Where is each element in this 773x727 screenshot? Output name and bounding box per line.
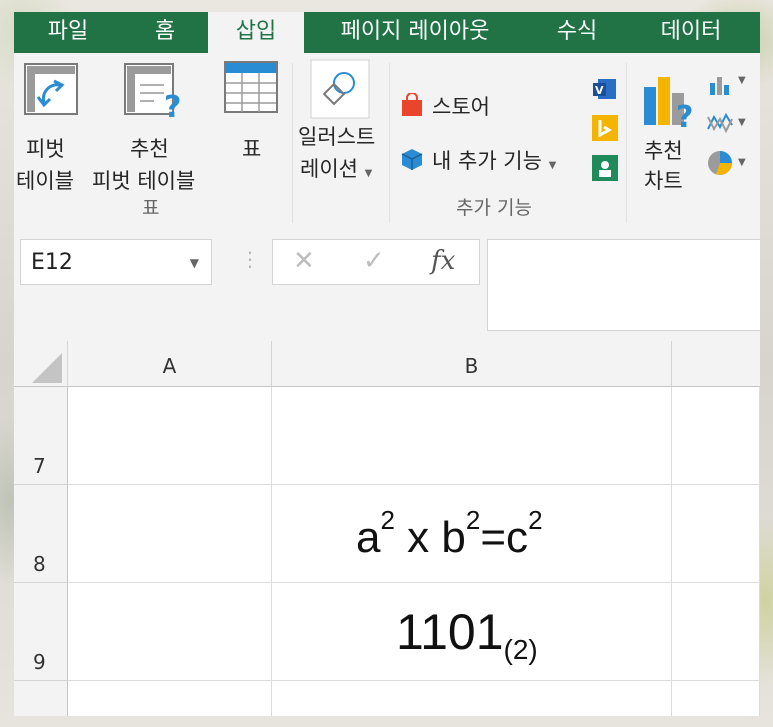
illustrations-label-1: 일러스트 (298, 125, 376, 149)
column-header-c[interactable] (672, 341, 760, 387)
worksheet-grid: A B 7 8 a2 x b2=c2 9 1101(2) (14, 341, 760, 716)
cell-b7[interactable] (272, 387, 672, 485)
recpivot-label-2: 피벗 테이블 (92, 169, 196, 193)
svg-text:V: V (595, 84, 604, 97)
chevron-down-icon[interactable]: ▼ (190, 256, 199, 270)
cell-a9[interactable] (68, 583, 272, 681)
line-chart-icon (707, 112, 733, 134)
group-separator (389, 63, 390, 223)
svg-text:?: ? (676, 100, 693, 129)
tab-file[interactable]: 파일 (14, 12, 122, 53)
recchart-label-1: 추천 (644, 139, 683, 163)
table-label: 표 (242, 137, 262, 161)
column-header-b[interactable]: B (272, 341, 672, 387)
cell-b10[interactable] (272, 681, 672, 716)
chevron-down-icon: ▼ (738, 117, 746, 128)
formula-input[interactable] (487, 239, 760, 331)
ribbon-insert: 피벗 테이블 ? 추천 피벗 테이블 표 표 일러스트 레이션 ▼ 스토어 내 … (14, 53, 760, 232)
people-graph-icon[interactable] (592, 155, 618, 181)
my-addins-label: 내 추가 기능 ▼ (432, 149, 557, 173)
chevron-down-icon: ▼ (364, 168, 373, 179)
tab-formulas[interactable]: 수식 (534, 12, 620, 53)
recommended-chart-icon: ? (644, 77, 693, 129)
addins-cube-icon (401, 149, 423, 170)
formula-buttons: ✕ ✓ fx (272, 239, 480, 285)
group-separator (626, 63, 627, 223)
chevron-down-icon: ▼ (548, 160, 557, 171)
ribbon-tab-bar: 파일 홈 삽입 페이지 레이아웃 수식 데이터 (14, 12, 760, 53)
recommended-pivot-icon: ? (124, 63, 181, 119)
pivot-table-icon (24, 63, 78, 115)
cell-b8[interactable]: a2 x b2=c2 (272, 485, 672, 583)
row-header-8[interactable]: 8 (14, 485, 68, 583)
bing-icon[interactable] (592, 115, 618, 141)
cell-c10[interactable] (672, 681, 760, 716)
chevron-down-icon: ▼ (738, 75, 746, 86)
cell-a8[interactable] (68, 485, 272, 583)
pivot-label-2: 테이블 (16, 169, 74, 193)
binary-number-text: 1101(2) (396, 604, 538, 665)
select-all-triangle-icon (32, 353, 62, 383)
formula-bar-area: E12 ▼ ⋮ ✕ ✓ fx (14, 231, 760, 341)
cell-b9[interactable]: 1101(2) (272, 583, 672, 681)
tab-insert[interactable]: 삽입 (208, 12, 304, 53)
name-box[interactable]: E12 ▼ (20, 239, 212, 285)
select-all-corner[interactable] (14, 341, 68, 387)
cell-c8[interactable] (672, 485, 760, 583)
tab-page-layout[interactable]: 페이지 레이아웃 (310, 12, 520, 53)
cell-a10[interactable] (68, 681, 272, 716)
group-label-tables: 표 (142, 197, 160, 219)
visio-icon[interactable]: V (592, 77, 618, 101)
row-header-10[interactable] (14, 681, 68, 716)
recchart-label-2: 차트 (644, 169, 683, 193)
chevron-down-icon: ▼ (738, 157, 746, 168)
tab-data[interactable]: 데이터 (636, 12, 746, 53)
cell-c7[interactable] (672, 387, 760, 485)
illustrations-icon (310, 59, 370, 119)
cell-a7[interactable] (68, 387, 272, 485)
tab-home[interactable]: 홈 (122, 12, 208, 53)
svg-text:?: ? (164, 90, 181, 119)
group-separator (292, 63, 293, 223)
store-label: 스토어 (432, 95, 490, 119)
pie-chart-icon (708, 151, 732, 175)
column-header-a[interactable]: A (68, 341, 272, 387)
table-icon (224, 61, 278, 113)
enter-icon[interactable]: ✓ (363, 246, 385, 276)
cell-c9[interactable] (672, 583, 760, 681)
name-box-value: E12 (31, 250, 73, 275)
excel-window: 파일 홈 삽입 페이지 레이아웃 수식 데이터 피벗 테이블 ? 추천 피벗 테… (14, 12, 760, 716)
store-icon (402, 93, 422, 116)
illustrations-label-2: 레이션 ▼ (300, 157, 373, 181)
column-chart-icon (710, 77, 729, 95)
insert-function-button[interactable]: fx (431, 246, 455, 276)
cancel-icon[interactable]: ✕ (293, 246, 315, 276)
group-label-addins: 추가 기능 (456, 197, 532, 219)
more-options-icon[interactable]: ⋮ (240, 247, 260, 271)
equation-text: a2 x b2=c2 (356, 505, 543, 562)
pivot-label-1: 피벗 (26, 137, 65, 161)
recpivot-label-1: 추천 (130, 137, 169, 161)
row-header-9[interactable]: 9 (14, 583, 68, 681)
row-header-7[interactable]: 7 (14, 387, 68, 485)
